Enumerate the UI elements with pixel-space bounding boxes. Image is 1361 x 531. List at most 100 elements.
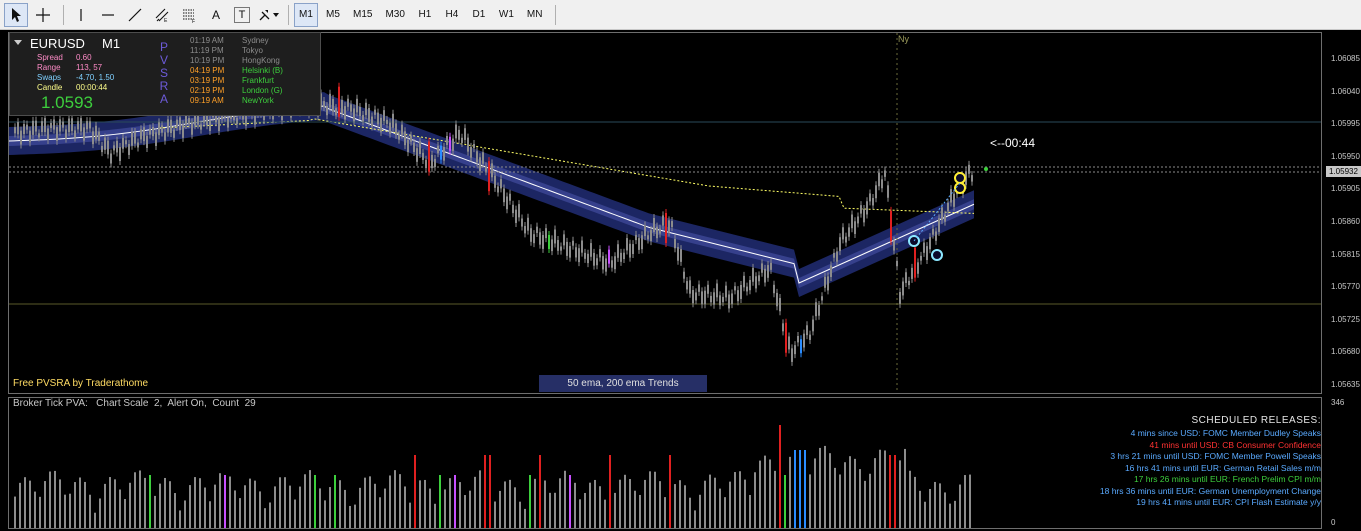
candle-body [473, 143, 475, 149]
timeframe-m30-button[interactable]: M30 [380, 3, 409, 27]
volume-bar [214, 484, 216, 528]
candle-body [728, 294, 730, 309]
candle-body [500, 179, 502, 189]
candle-body [50, 122, 52, 129]
volume-bar [529, 475, 531, 528]
candle-body [755, 276, 757, 289]
toolbar-separator [288, 4, 289, 25]
candle-body [686, 281, 688, 290]
candle-body [680, 249, 682, 262]
candle-body [164, 132, 166, 141]
timeframe-m1-button[interactable]: M1 [294, 2, 318, 27]
candle-body [617, 244, 619, 258]
candle-body [32, 120, 34, 135]
candle-body [449, 136, 451, 151]
volume-bar [559, 478, 561, 528]
toolbar-separator [63, 4, 64, 25]
volume-bar [14, 496, 16, 528]
candle-body [350, 104, 352, 112]
channel-tool-button[interactable]: E [150, 3, 174, 27]
candle-body [761, 263, 763, 273]
volume-bar [534, 478, 536, 528]
arrows-tool-button[interactable] [256, 3, 280, 27]
candle-body [368, 108, 370, 122]
candle-body [209, 120, 211, 131]
volume-bar [434, 503, 436, 528]
timeframe-h4-button[interactable]: H4 [440, 3, 464, 27]
volume-bar [554, 492, 556, 528]
candle-body [476, 151, 478, 163]
volume-bar [464, 495, 466, 528]
scheduled-release-item: 18 hrs 36 mins until EUR: German Unemplo… [1099, 485, 1321, 496]
text-tool-button[interactable]: A [204, 3, 228, 27]
timeframe-d1-button[interactable]: D1 [467, 3, 491, 27]
volume-bar [484, 455, 486, 528]
volume-axis[interactable]: 346 0 [1323, 397, 1361, 531]
timeframe-m5-button[interactable]: M5 [321, 3, 345, 27]
text-label-tool-button[interactable]: T [234, 6, 250, 23]
price-axis-label: 1.05725 [1331, 314, 1360, 324]
volume-bar [69, 493, 71, 528]
volume-bar [884, 450, 886, 528]
candle-body [485, 166, 487, 172]
volume-bar [844, 462, 846, 528]
volume-bar [364, 477, 366, 528]
trendline-tool-button[interactable] [123, 3, 147, 27]
vertical-line-tool-button[interactable] [69, 3, 93, 27]
timeframe-w1-button[interactable]: W1 [494, 3, 519, 27]
scheduled-release-item: 3 hrs 21 mins until USD: FOMC Member Pow… [1110, 451, 1321, 461]
candle-body [116, 140, 118, 153]
candle-body [98, 131, 100, 141]
crosshair-tool-button[interactable] [31, 3, 55, 27]
volume-bar [299, 486, 301, 528]
volume-bar [89, 494, 91, 528]
price-axis-label: 1.05950 [1331, 151, 1360, 161]
price-axis-label: 1.05860 [1331, 217, 1360, 226]
candle-body [170, 119, 172, 134]
candle-body [161, 125, 163, 133]
volume-bar [184, 500, 186, 528]
volume-bar [509, 479, 511, 528]
candle-body [836, 251, 838, 262]
candle-body [14, 127, 16, 134]
newyork-session-marker: Ny [898, 34, 909, 44]
candle-body [701, 291, 703, 305]
volume-bar [799, 450, 801, 528]
volume-bar [429, 488, 431, 528]
candle-body [632, 244, 634, 254]
timeframe-m15-button[interactable]: M15 [348, 3, 377, 27]
volume-bar [664, 497, 666, 528]
volume-bar [159, 483, 161, 528]
candle-body [530, 228, 532, 242]
cursor-tool-button[interactable] [4, 2, 28, 27]
collapse-triangle-icon[interactable] [14, 40, 22, 45]
volume-bar [704, 480, 706, 528]
volume-bar [479, 470, 481, 528]
candle-body [908, 280, 910, 286]
candle-body [968, 164, 970, 174]
candle-body [143, 127, 145, 142]
fibonacci-icon: F [183, 9, 195, 23]
volume-bar [804, 450, 806, 528]
candle-body [674, 238, 676, 249]
candle-body [419, 141, 421, 155]
horizontal-line-tool-button[interactable] [96, 3, 120, 27]
candle-body [371, 116, 373, 127]
volume-bar [149, 475, 151, 528]
fibonacci-tool-button[interactable]: F [177, 3, 201, 27]
candle-body [896, 260, 898, 267]
candle-body [671, 221, 673, 227]
candle-body [503, 188, 505, 203]
session-time: 03:19 PM [190, 76, 225, 85]
volume-bar [359, 487, 361, 528]
volume-bar [24, 477, 26, 528]
session-name: Frankfurt [242, 76, 275, 85]
candle-body [794, 345, 796, 355]
candle-body [482, 152, 484, 164]
timeframe-mn-button[interactable]: MN [522, 3, 548, 27]
price-axis[interactable]: 1.05932 1.06085 1.06040 1.05995 1.05950 1.05… [1323, 32, 1361, 394]
symbol-timeframe: M1 [102, 36, 121, 51]
timeframe-h1-button[interactable]: H1 [413, 3, 437, 27]
volume-bar [514, 487, 516, 528]
candle-body [650, 230, 652, 242]
